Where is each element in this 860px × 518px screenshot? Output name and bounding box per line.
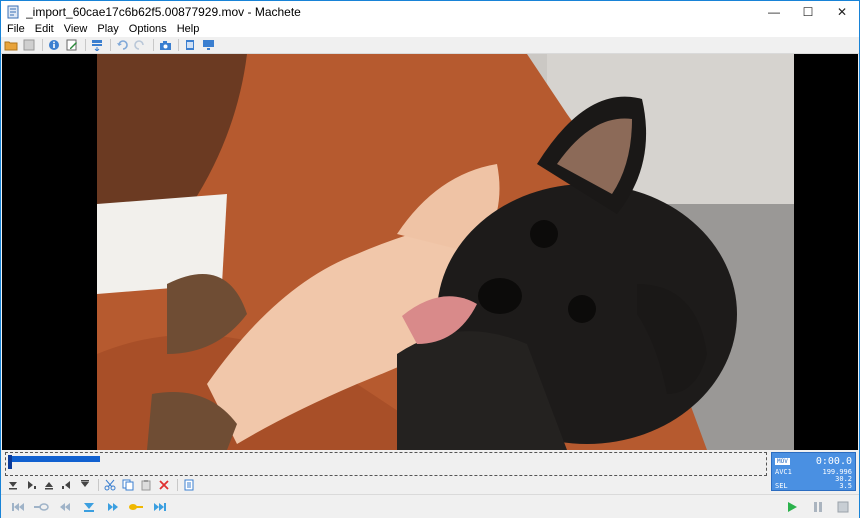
toolbar-separator	[153, 39, 154, 51]
window-title: _import_60cae17c6b62f5.00877929.mov - Ma…	[26, 4, 301, 19]
app-window: _import_60cae17c6b62f5.00877929.mov - Ma…	[0, 0, 860, 518]
toolbar-separator	[42, 39, 43, 51]
info-icon[interactable]	[46, 38, 62, 53]
edit-tags-icon[interactable]	[64, 38, 80, 53]
batch-icon[interactable]	[89, 38, 105, 53]
selection-label: SEL	[775, 482, 788, 490]
playhead-marker[interactable]	[8, 455, 12, 469]
toolbar-separator	[177, 479, 178, 491]
toolbar-separator	[85, 39, 86, 51]
menu-file[interactable]: File	[3, 22, 31, 37]
mark-in-icon[interactable]	[5, 478, 20, 493]
menu-options[interactable]: Options	[125, 22, 173, 37]
prev-key-icon[interactable]	[32, 499, 50, 515]
edit-toolbar	[5, 477, 199, 493]
paste-icon[interactable]	[138, 478, 153, 493]
mark-out-icon[interactable]	[23, 478, 38, 493]
title-bar[interactable]: _import_60cae17c6b62f5.00877929.mov - Ma…	[1, 1, 859, 22]
video-frame	[97, 54, 794, 450]
main-toolbar	[1, 37, 859, 54]
next-key-icon[interactable]	[127, 499, 145, 515]
pause-icon[interactable]	[809, 499, 827, 515]
current-time-readout: 0:00.0	[815, 456, 852, 467]
menu-bar: File Edit View Play Options Help	[1, 22, 859, 37]
go-in-icon[interactable]	[59, 478, 74, 493]
selection-value: 3.5	[839, 482, 852, 490]
transport-bar	[1, 494, 859, 518]
monitor-icon[interactable]	[200, 38, 216, 53]
toolbar-separator	[98, 479, 99, 491]
delete-icon[interactable]	[156, 478, 171, 493]
status-lcd-panel: MOV 0:00.0 AVC1 199.996 30.2 SEL 3.5	[771, 452, 856, 491]
toolbar-separator	[110, 39, 111, 51]
machete-app-icon[interactable]	[5, 4, 21, 20]
copy-icon[interactable]	[120, 478, 135, 493]
open-folder-icon[interactable]	[3, 38, 19, 53]
go-to-mark-icon[interactable]	[80, 499, 98, 515]
cut-icon[interactable]	[102, 478, 117, 493]
undo-icon[interactable]	[114, 38, 130, 53]
selection-range-bar[interactable]	[10, 456, 100, 462]
stop-icon[interactable]	[834, 499, 852, 515]
video-frame-image	[97, 54, 794, 450]
go-out-icon[interactable]	[77, 478, 92, 493]
frame-view-icon[interactable]	[182, 38, 198, 53]
redo-icon[interactable]	[132, 38, 148, 53]
snapshot-icon[interactable]	[157, 38, 173, 53]
go-to-start-icon[interactable]	[9, 499, 27, 515]
video-preview[interactable]	[2, 54, 858, 450]
go-to-end-icon[interactable]	[151, 499, 169, 515]
menu-view[interactable]: View	[60, 22, 94, 37]
play-icon[interactable]	[783, 499, 801, 515]
properties-icon[interactable]	[181, 478, 196, 493]
menu-help[interactable]: Help	[173, 22, 206, 37]
step-forward-icon[interactable]	[104, 499, 122, 515]
maximize-button[interactable]: ☐	[791, 1, 825, 22]
menu-play[interactable]: Play	[93, 22, 124, 37]
toolbar-separator	[178, 39, 179, 51]
timeline-track[interactable]	[5, 452, 767, 476]
close-button[interactable]: ✕	[825, 1, 859, 22]
save-icon[interactable]	[21, 38, 37, 53]
step-back-icon[interactable]	[56, 499, 74, 515]
clear-marks-icon[interactable]	[41, 478, 56, 493]
minimize-button[interactable]: —	[757, 1, 791, 22]
format-badge: MOV	[775, 458, 790, 465]
menu-edit[interactable]: Edit	[31, 22, 60, 37]
